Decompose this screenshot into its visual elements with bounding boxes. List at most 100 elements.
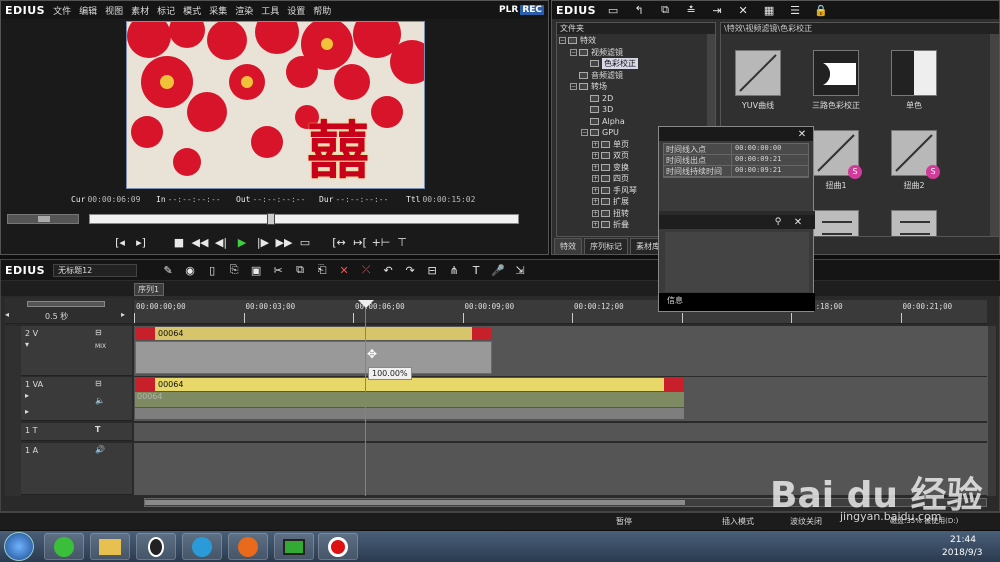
stop-icon[interactable]: ■ bbox=[170, 234, 188, 250]
menu-item[interactable]: 工具 bbox=[261, 4, 279, 17]
menu-item[interactable]: 素材 bbox=[131, 4, 149, 17]
taskbar-media[interactable] bbox=[182, 533, 222, 560]
close-icon[interactable]: ✕ bbox=[793, 126, 811, 142]
overwrite-icon[interactable]: ↦[ bbox=[351, 234, 369, 250]
expand-icon[interactable]: ▸ bbox=[25, 391, 29, 400]
taskbar-recorder[interactable] bbox=[318, 533, 358, 560]
taskbar-edius[interactable] bbox=[274, 533, 314, 560]
collapse-icon[interactable]: − bbox=[570, 83, 577, 91]
taskbar-firefox[interactable] bbox=[228, 533, 268, 560]
clip-va1-audio[interactable]: 00064 bbox=[135, 392, 684, 407]
track-lane-t1[interactable] bbox=[134, 423, 987, 441]
list-view-icon[interactable]: ☰ bbox=[786, 2, 804, 18]
tree-item[interactable]: 音频滤镜 bbox=[559, 70, 713, 82]
tree-item[interactable]: − 特效 bbox=[559, 35, 713, 47]
apply-icon[interactable]: ⇥ bbox=[708, 2, 726, 18]
track-toggle-icon[interactable]: ⊟ bbox=[95, 328, 102, 337]
close-subpanel-icon[interactable]: ✕ bbox=[789, 214, 807, 230]
split-icon[interactable]: ⊟ bbox=[423, 262, 441, 278]
speaker-icon[interactable]: 🔈 bbox=[95, 396, 105, 405]
snap-icon[interactable]: ⋔ bbox=[445, 262, 463, 278]
taskbar-folder[interactable] bbox=[90, 533, 130, 560]
clip-v2[interactable]: 00064 bbox=[135, 327, 492, 340]
grid-view-icon[interactable]: ▦ bbox=[760, 2, 778, 18]
taskbar-qq[interactable] bbox=[136, 533, 176, 560]
new-project-icon[interactable]: ▯ bbox=[203, 262, 221, 278]
loop-icon[interactable]: ▭ bbox=[296, 234, 314, 250]
tree-item[interactable]: − 转场 bbox=[559, 81, 713, 93]
fast-forward-icon[interactable]: ▶▶ bbox=[275, 234, 293, 250]
expand-icon[interactable]: + bbox=[592, 221, 599, 229]
menu-item[interactable]: 编辑 bbox=[79, 4, 97, 17]
timeline-playhead[interactable] bbox=[365, 300, 366, 496]
effects-tab[interactable]: 特效 bbox=[554, 237, 582, 255]
capture-icon[interactable]: ◉ bbox=[181, 262, 199, 278]
shuttle-slider[interactable] bbox=[7, 214, 79, 224]
tree-item[interactable]: 2D bbox=[559, 93, 713, 105]
expand-icon[interactable]: + bbox=[592, 186, 599, 194]
folder-view-icon[interactable]: ▭ bbox=[604, 2, 622, 18]
menu-item[interactable]: 文件 bbox=[53, 4, 71, 17]
timeline-ruler[interactable]: 00:00:00;00 00:00:03;00 00:00:06;00 00:00:0… bbox=[134, 300, 987, 324]
new-folder-icon[interactable]: ⧉ bbox=[656, 2, 674, 18]
undo-icon[interactable]: ↶ bbox=[379, 262, 397, 278]
effect-thumbnail[interactable] bbox=[735, 50, 781, 96]
next-frame-icon[interactable]: |▶ bbox=[254, 234, 272, 250]
menu-item[interactable]: 帮助 bbox=[313, 4, 331, 17]
zoom-in-icon[interactable]: ▸ bbox=[121, 310, 125, 319]
position-bar[interactable] bbox=[89, 213, 519, 225]
redo-icon[interactable]: ↷ bbox=[401, 262, 419, 278]
effects-tab[interactable]: 序列标记 bbox=[584, 237, 628, 255]
delete-clip-icon[interactable]: ✕ bbox=[335, 262, 353, 278]
playhead-marker[interactable] bbox=[267, 213, 275, 225]
expand-icon[interactable]: + bbox=[592, 175, 599, 183]
expand-icon[interactable]: + bbox=[592, 152, 599, 160]
collapse-icon[interactable]: − bbox=[581, 129, 588, 137]
rewind-icon[interactable]: ◀◀ bbox=[191, 234, 209, 250]
sequence-tab[interactable]: 序列1 bbox=[134, 283, 164, 296]
open-project-icon[interactable]: ⎘ bbox=[225, 262, 243, 278]
menu-item[interactable]: 视图 bbox=[105, 4, 123, 17]
set-out-icon[interactable]: ▸] bbox=[132, 234, 150, 250]
collapse-icon[interactable]: − bbox=[559, 37, 566, 45]
expand-icon[interactable]: + bbox=[592, 163, 599, 171]
microphone-icon[interactable]: 🎤 bbox=[489, 262, 507, 278]
tree-item[interactable]: 色彩校正 bbox=[559, 58, 713, 70]
collapse-icon[interactable]: − bbox=[570, 48, 577, 56]
clip-v2-body-selected[interactable] bbox=[135, 341, 492, 374]
save-icon[interactable]: ▣ bbox=[247, 262, 265, 278]
title-track-icon[interactable]: T bbox=[95, 425, 100, 434]
up-folder-icon[interactable]: ↰ bbox=[630, 2, 648, 18]
tree-item[interactable]: 3D bbox=[559, 104, 713, 116]
lock-icon[interactable]: 🔒 bbox=[812, 2, 830, 18]
menu-item[interactable]: 标记 bbox=[157, 4, 175, 17]
track-toggle-icon[interactable]: ⊟ bbox=[95, 379, 102, 388]
set-in-icon[interactable]: [◂ bbox=[111, 234, 129, 250]
output-icon[interactable]: ⊤ bbox=[393, 234, 411, 250]
mix-label[interactable]: MIX bbox=[95, 343, 106, 350]
cut-icon[interactable]: ✂ bbox=[269, 262, 287, 278]
new-sequence-icon[interactable]: ✎ bbox=[159, 262, 177, 278]
trim-icon[interactable]: +⊢ bbox=[372, 234, 391, 250]
expand-icon[interactable]: + bbox=[592, 140, 599, 148]
copy-icon[interactable]: ⧉ bbox=[291, 262, 309, 278]
effect-thumbnail[interactable] bbox=[891, 210, 937, 236]
prev-frame-icon[interactable]: ◀| bbox=[212, 234, 230, 250]
rec-label[interactable]: REC bbox=[520, 5, 544, 15]
expand-icon[interactable]: ▸ bbox=[25, 407, 29, 416]
ripple-delete-icon[interactable]: ⤫ bbox=[357, 262, 375, 278]
speaker-icon[interactable]: 🔊 bbox=[95, 445, 105, 454]
effect-thumbnail[interactable]: S bbox=[891, 130, 940, 179]
effect-thumbnail[interactable] bbox=[813, 50, 859, 96]
menu-item[interactable]: 模式 bbox=[183, 4, 201, 17]
expand-icon[interactable]: ▾ bbox=[25, 340, 29, 349]
pin-icon[interactable]: ⚲ bbox=[769, 214, 787, 230]
effect-thumbnail[interactable] bbox=[813, 210, 859, 236]
plr-label[interactable]: PLR bbox=[499, 5, 518, 15]
expand-icon[interactable]: + bbox=[592, 198, 599, 206]
taskbar-app-360[interactable] bbox=[44, 533, 84, 560]
title-icon[interactable]: T bbox=[467, 262, 485, 278]
start-button[interactable] bbox=[4, 532, 34, 561]
zoom-slider[interactable] bbox=[27, 301, 105, 307]
tree-item[interactable]: − 视频滤镜 bbox=[559, 47, 713, 59]
